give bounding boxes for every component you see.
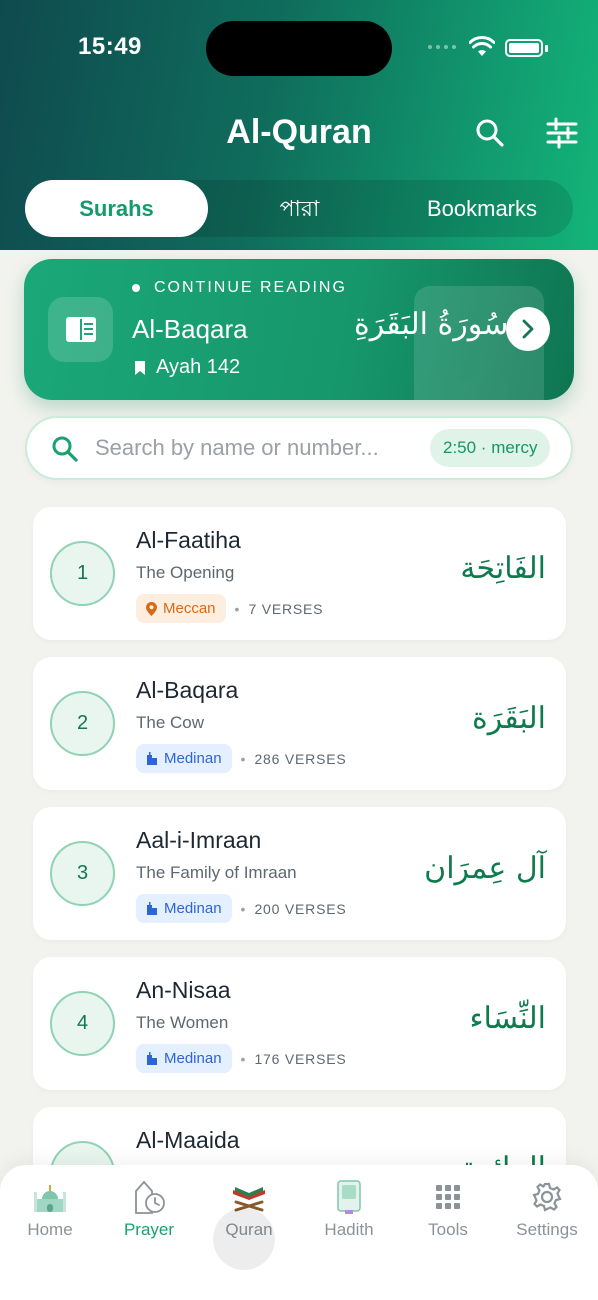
surah-item-1[interactable]: 1 Al-Faatiha The Opening Meccan • 7 VERS… xyxy=(33,507,566,640)
surah-name: An-Nisaa xyxy=(136,977,231,1003)
continue-reading-card[interactable]: CONTINUE READING Al-Baqara Ayah 142 سُور… xyxy=(24,259,574,400)
continue-arabic-name: سُورَةُ البَقَرَةِ xyxy=(354,307,509,342)
surah-number: 3 xyxy=(50,841,115,906)
building-icon xyxy=(147,902,157,915)
surah-name: Al-Baqara xyxy=(136,677,239,703)
wifi-icon xyxy=(469,36,495,56)
filter-sliders-icon[interactable] xyxy=(545,116,579,150)
surah-meta: Medinan • 286 VERSES xyxy=(136,744,347,773)
nav-tools[interactable]: Tools xyxy=(398,1179,498,1240)
surah-meta: Medinan • 176 VERSES xyxy=(136,1044,347,1073)
hadith-book-icon xyxy=(337,1180,361,1214)
nav-label: Home xyxy=(27,1220,73,1239)
cellular-signal-icon xyxy=(428,45,456,49)
nav-label: Prayer xyxy=(123,1220,175,1239)
search-bar: 2:50 · mercy xyxy=(25,416,573,480)
surah-name: Al-Faatiha xyxy=(136,527,241,553)
surah-item-3[interactable]: 3 Aal-i-Imraan The Family of Imraan Medi… xyxy=(33,807,566,940)
status-time: 15:49 xyxy=(78,33,142,60)
revelation-badge: Meccan xyxy=(136,594,226,623)
revelation-badge: Medinan xyxy=(136,894,232,923)
surah-arabic-name: الفَاتِحَة xyxy=(460,551,546,586)
verse-count: 200 VERSES xyxy=(254,900,347,917)
page-title: Al-Quran xyxy=(226,113,372,151)
surah-name: Aal-i-Imraan xyxy=(136,827,262,853)
nav-hadith[interactable]: Hadith xyxy=(299,1179,399,1240)
segmented-tabs: Surahs পারা Bookmarks xyxy=(25,180,573,237)
battery-icon xyxy=(505,39,543,57)
verse-count: 7 VERSES xyxy=(248,600,324,617)
surah-meaning: The Family of Imraan xyxy=(136,863,297,882)
touch-ripple xyxy=(213,1208,275,1270)
camera-notch xyxy=(206,21,392,76)
nav-label: Settings xyxy=(516,1220,578,1239)
verse-count: 176 VERSES xyxy=(254,1050,347,1067)
building-icon xyxy=(147,752,157,765)
live-dot-icon xyxy=(132,284,140,292)
surah-meta: Meccan • 7 VERSES xyxy=(136,594,323,623)
continue-surah-name: Al-Baqara xyxy=(132,314,248,344)
surah-number: 4 xyxy=(50,991,115,1056)
surah-number: 2 xyxy=(50,691,115,756)
surah-arabic-name: النِّسَاء xyxy=(469,1001,546,1036)
tab-para[interactable]: পারা xyxy=(208,180,391,237)
surah-item-4[interactable]: 4 An-Nisaa The Women Medinan • 176 VERSE… xyxy=(33,957,566,1090)
search-icon[interactable] xyxy=(473,116,507,150)
revelation-badge: Medinan xyxy=(136,744,232,773)
grid-icon xyxy=(436,1185,460,1209)
header: 15:49 Al-Quran Surahs পারা Bookmarks xyxy=(0,0,598,250)
nav-prayer[interactable]: Prayer xyxy=(99,1179,199,1240)
surah-name: Al-Maaida xyxy=(136,1127,240,1153)
nav-label: Hadith xyxy=(324,1220,374,1239)
surah-arabic-name: آل عِمرَان xyxy=(424,851,546,886)
verse-count: 286 VERSES xyxy=(254,750,347,767)
surah-meta: Medinan • 200 VERSES xyxy=(136,894,347,923)
bookmark-icon xyxy=(135,360,145,375)
nav-home[interactable]: Home xyxy=(0,1179,100,1240)
search-suggestion-chip[interactable]: 2:50 · mercy xyxy=(430,429,551,467)
surah-number: 1 xyxy=(50,541,115,606)
surah-list: 1 Al-Faatiha The Opening Meccan • 7 VERS… xyxy=(33,507,566,1257)
book-icon xyxy=(48,297,113,362)
gear-icon xyxy=(532,1182,562,1212)
continue-ayah: Ayah 142 xyxy=(134,356,240,379)
surah-arabic-name: البَقَرَة xyxy=(472,701,546,736)
tab-surahs[interactable]: Surahs xyxy=(25,180,208,237)
mosque-icon xyxy=(34,1185,66,1212)
building-icon xyxy=(147,1052,157,1065)
continue-go-button[interactable] xyxy=(506,307,550,351)
search-icon xyxy=(52,436,78,462)
continue-reading-label: CONTINUE READING xyxy=(132,279,347,297)
nav-label: Tools xyxy=(428,1220,468,1239)
nav-settings[interactable]: Settings xyxy=(497,1179,597,1240)
surah-meaning: The Women xyxy=(136,1013,229,1032)
bottom-nav: Home Prayer Quran Hadith Tools Settings xyxy=(0,1165,598,1300)
surah-meaning: The Opening xyxy=(136,563,235,582)
chevron-right-icon xyxy=(522,319,534,339)
surah-item-2[interactable]: 2 Al-Baqara The Cow Medinan • 286 VERSES… xyxy=(33,657,566,790)
search-input[interactable] xyxy=(95,430,425,466)
prayer-clock-icon xyxy=(135,1180,165,1214)
tab-bookmarks[interactable]: Bookmarks xyxy=(391,180,573,237)
revelation-badge: Medinan xyxy=(136,1044,232,1073)
surah-meaning: The Cow xyxy=(136,713,205,732)
location-pin-icon xyxy=(146,601,157,616)
